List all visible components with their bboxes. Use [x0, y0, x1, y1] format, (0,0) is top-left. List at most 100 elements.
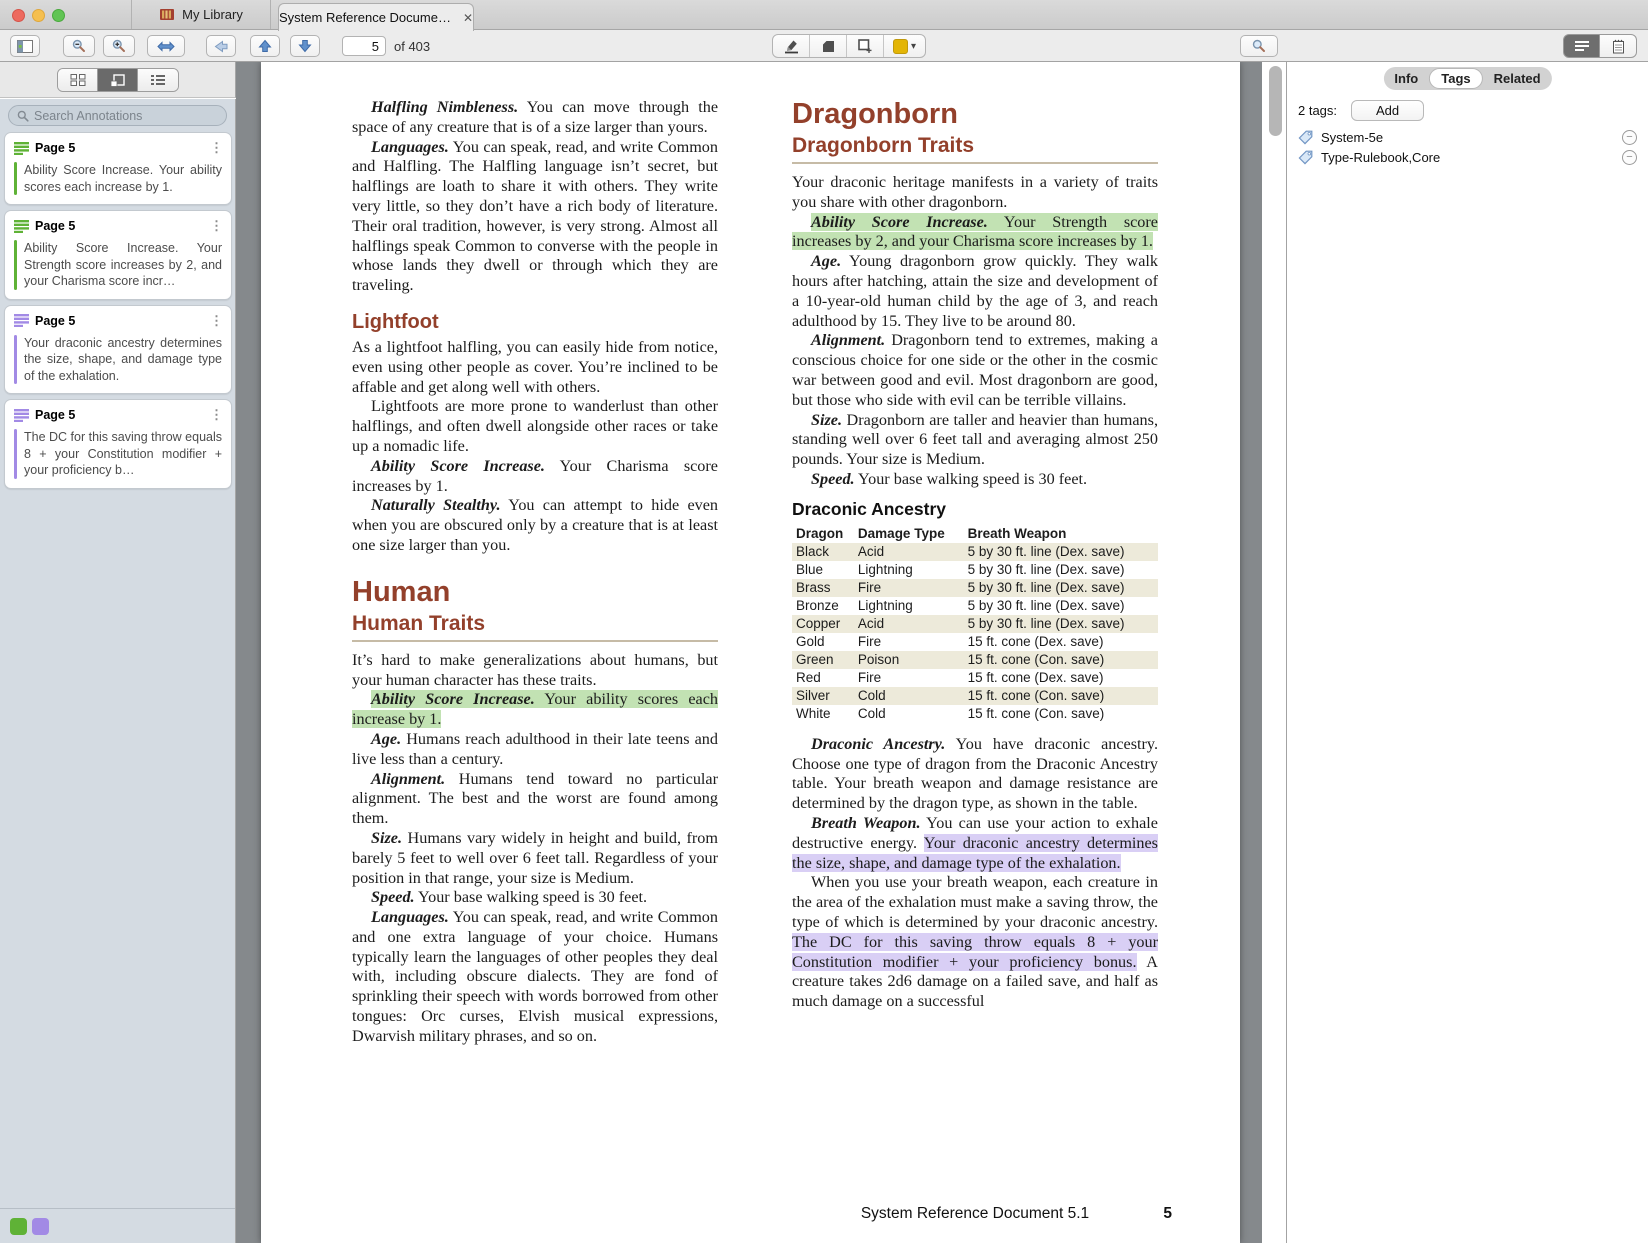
paragraph: Halfling Nimbleness. You can move throug… [352, 98, 718, 138]
annotation-quote-bar [14, 429, 17, 479]
previous-page-button[interactable] [250, 35, 280, 57]
outline-view-tab[interactable] [138, 69, 178, 91]
pdf-scrollbar-track[interactable] [1262, 62, 1286, 1243]
annotation-menu-button[interactable]: ⋮ [210, 218, 222, 234]
area-select-icon [858, 39, 872, 53]
add-tag-button[interactable]: Add [1351, 100, 1424, 121]
annotation-page-label: Page 5 [35, 314, 75, 328]
color-filter-swatch-0[interactable] [10, 1218, 27, 1235]
color-filter-swatch-1[interactable] [32, 1218, 49, 1235]
annotation-card-body: Ability Score Increase. Your ability sco… [14, 162, 222, 195]
paragraph: Languages. You can speak, read, and writ… [352, 138, 718, 296]
zoom-in-icon [112, 39, 126, 53]
down-arrow-icon [298, 39, 312, 53]
annotation-menu-button[interactable]: ⋮ [210, 407, 222, 423]
annotation-page-label: Page 5 [35, 141, 75, 155]
panel-tab-tags[interactable]: Tags [1429, 68, 1482, 89]
page-number-input[interactable] [342, 36, 386, 56]
traffic-light-zoom[interactable] [52, 9, 65, 22]
zoom-out-button[interactable] [63, 35, 95, 57]
tag-label: Type-Rulebook,Core [1321, 150, 1440, 165]
annotation-card[interactable]: Page 5 ⋮ The DC for this saving throw eq… [4, 399, 232, 489]
traffic-light-minimize[interactable] [32, 9, 45, 22]
close-icon[interactable]: ✕ [463, 11, 473, 25]
annotation-menu-button[interactable]: ⋮ [210, 140, 222, 156]
highlight-annotation[interactable]: Ability Score Increase. [371, 690, 535, 708]
table-row: BronzeLightning5 by 30 ft. line (Dex. sa… [792, 597, 1158, 615]
navigate-back-button[interactable] [206, 35, 236, 57]
next-page-button[interactable] [290, 35, 320, 57]
tag-row[interactable]: Type-Rulebook,Core − [1298, 148, 1637, 167]
annotation-card-body: Your draconic ancestry determines the si… [14, 335, 222, 385]
tag-remove-button[interactable]: − [1622, 150, 1637, 165]
page-footer: System Reference Document 5.1 5 [792, 1205, 1158, 1223]
paragraph: Ability Score Increase. Your Charisma sc… [352, 457, 718, 497]
paragraph: Naturally Stealthy. You can attempt to h… [352, 496, 718, 555]
zoom-fit-width-button[interactable] [147, 35, 185, 57]
annotation-card[interactable]: Page 5 ⋮ Ability Score Increase. Your ab… [4, 132, 232, 205]
highlight-tool-button[interactable] [773, 35, 810, 57]
highlight-annotation[interactable]: Ability Score Increase. [811, 213, 988, 231]
traffic-light-close[interactable] [12, 9, 25, 22]
paragraph: It’s hard to make generalizations about … [352, 651, 718, 691]
annotations-sidebar: Page 5 ⋮ Ability Score Increase. Your ab… [0, 99, 236, 1243]
toggle-sidebar-button[interactable] [10, 35, 40, 57]
annotation-card-header: Page 5 ⋮ [14, 140, 222, 156]
annotation-color-picker[interactable]: ▾ [884, 35, 925, 57]
sidebar-view-segmented-control [57, 68, 179, 92]
panel-tab-info[interactable]: Info [1383, 67, 1429, 90]
annotation-page-label: Page 5 [35, 219, 75, 233]
paragraph: Lightfoots are more prone to wanderlust … [352, 397, 718, 456]
tab-my-library[interactable]: My Library [131, 0, 271, 29]
zoom-in-button[interactable] [103, 35, 135, 57]
heading-rule [792, 162, 1158, 164]
table-row: SilverCold15 ft. cone (Con. save) [792, 687, 1158, 705]
sidebar-view-switcher-bar [0, 62, 236, 98]
table-row: BlackAcid5 by 30 ft. line (Dex. save) [792, 543, 1158, 561]
heading-human: Human [352, 576, 718, 609]
annotation-card[interactable]: Page 5 ⋮ Your draconic ancestry determin… [4, 305, 232, 395]
annotation-quote-bar [14, 162, 17, 195]
annotations-view-tab[interactable] [98, 69, 138, 91]
annotation-text: Your draconic ancestry determines the si… [24, 335, 222, 385]
paragraph: Size. Humans vary widely in height and b… [352, 829, 718, 888]
heading-rule [352, 640, 718, 642]
notes-view-toggle[interactable] [1600, 34, 1637, 58]
annotation-search-field[interactable] [8, 105, 227, 126]
highlight-annotation[interactable]: The DC for this saving throw equals 8 + … [792, 933, 1158, 971]
paragraph: Draconic Ancestry. You have draconic anc… [792, 735, 1158, 814]
pdf-page: Halfling Nimbleness. You can move throug… [261, 62, 1240, 1243]
tab-reader-document[interactable]: System Reference Docume… ✕ [278, 3, 474, 31]
tag-icon [1298, 150, 1313, 165]
panel-tab-related[interactable]: Related [1483, 67, 1552, 90]
pdf-scrollbar-thumb[interactable] [1269, 66, 1282, 136]
annotation-card[interactable]: Page 5 ⋮ Ability Score Increase. Your St… [4, 210, 232, 300]
tag-row[interactable]: System-5e − [1298, 128, 1637, 147]
table-row: GoldFire15 ft. cone (Dex. save) [792, 633, 1158, 651]
tab-label: My Library [182, 7, 243, 22]
paragraph: Languages. You can speak, read, and writ… [352, 908, 718, 1047]
table-row: BrassFire5 by 30 ft. line (Dex. save) [792, 579, 1158, 597]
annotation-menu-button[interactable]: ⋮ [210, 313, 222, 329]
pdf-column-right: DragonbornDragonborn TraitsYour draconic… [792, 98, 1158, 1012]
back-arrow-icon [213, 40, 229, 53]
page-total-label: of 403 [394, 39, 430, 54]
table-row: BlueLightning5 by 30 ft. line (Dex. save… [792, 561, 1158, 579]
pdf-viewport: Halfling Nimbleness. You can move throug… [236, 62, 1286, 1243]
color-filter-bar [0, 1208, 235, 1243]
tag-label: System-5e [1321, 130, 1383, 145]
fit-width-icon [157, 41, 175, 52]
area-tool-button[interactable] [847, 35, 884, 57]
tag-remove-button[interactable]: − [1622, 130, 1637, 145]
paragraph: Ability Score Increase. Your Strength sc… [792, 213, 1158, 253]
search-input[interactable] [34, 109, 218, 123]
note-tool-button[interactable] [810, 35, 847, 57]
paragraph: When you use your breath weapon, each cr… [792, 873, 1158, 1012]
table-row: RedFire15 ft. cone (Dex. save) [792, 669, 1158, 687]
annotations-view-toggle[interactable] [1563, 34, 1600, 58]
search-icon [1252, 39, 1266, 53]
thumbnails-view-tab[interactable] [58, 69, 98, 91]
find-in-document-button[interactable] [1240, 35, 1278, 57]
paragraph: Breath Weapon. You can use your action t… [792, 814, 1158, 873]
annotations-icon [110, 74, 125, 87]
